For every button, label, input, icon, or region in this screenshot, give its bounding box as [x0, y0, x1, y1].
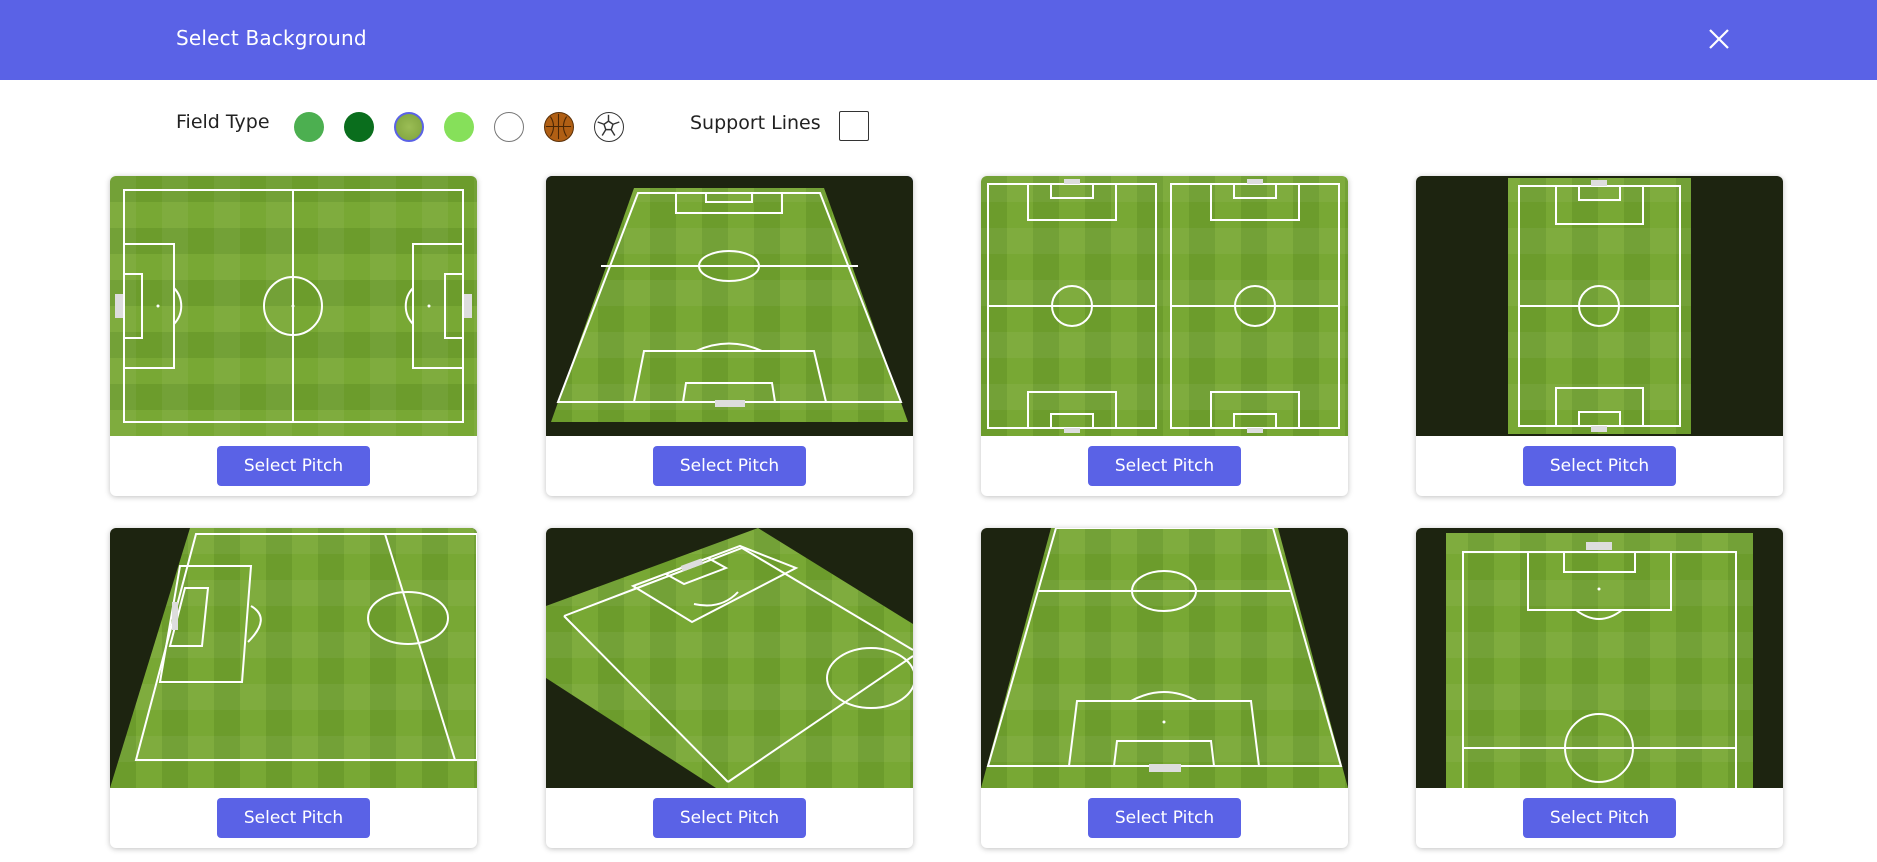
pitch-card: Select Pitch	[1416, 176, 1783, 496]
field-type-label: Field Type	[176, 111, 270, 133]
pitch-thumbnail-full-vertical[interactable]	[1416, 176, 1783, 436]
pitch-card: Select Pitch	[110, 176, 477, 496]
pitch-thumbnail-perspective-half-bottom[interactable]	[981, 528, 1348, 788]
pitch-thumbnail-two-vertical[interactable]	[981, 176, 1348, 436]
pitch-card: Select Pitch	[981, 176, 1348, 496]
modal-header: Select Background	[0, 0, 1877, 80]
soccer-ball-icon[interactable]	[594, 112, 624, 142]
modal-title: Select Background	[176, 26, 367, 50]
select-pitch-button[interactable]: Select Pitch	[1088, 446, 1241, 486]
pitch-card: Select Pitch	[546, 176, 913, 496]
field-type-grass-green[interactable]	[294, 112, 324, 142]
options-toolbar	[0, 80, 1877, 175]
field-type-white[interactable]	[494, 112, 524, 142]
pitch-thumbnail-half-vertical-top[interactable]	[1416, 528, 1783, 788]
select-pitch-button[interactable]: Select Pitch	[217, 446, 370, 486]
pitch-card: Select Pitch	[546, 528, 913, 848]
pitch-card: Select Pitch	[110, 528, 477, 848]
basketball-icon[interactable]	[544, 112, 574, 142]
pitch-thumbnail-full-horizontal[interactable]	[110, 176, 477, 436]
pitch-thumbnail-perspective-half-side[interactable]	[110, 528, 477, 788]
select-pitch-button[interactable]: Select Pitch	[653, 446, 806, 486]
pitch-card: Select Pitch	[981, 528, 1348, 848]
field-type-textured-grass[interactable]	[394, 112, 424, 142]
support-lines-label: Support Lines	[690, 112, 821, 134]
select-pitch-button[interactable]: Select Pitch	[217, 798, 370, 838]
select-pitch-button[interactable]: Select Pitch	[1523, 446, 1676, 486]
field-type-dark-green[interactable]	[344, 112, 374, 142]
select-pitch-button[interactable]: Select Pitch	[1523, 798, 1676, 838]
select-pitch-button[interactable]: Select Pitch	[653, 798, 806, 838]
pitch-thumbnail-perspective-diagonal[interactable]	[546, 528, 913, 788]
support-lines-checkbox[interactable]	[839, 111, 869, 141]
field-type-light-green[interactable]	[444, 112, 474, 142]
pitch-card: Select Pitch	[1416, 528, 1783, 848]
pitch-thumbnail-perspective-full[interactable]	[546, 176, 913, 436]
select-pitch-button[interactable]: Select Pitch	[1088, 798, 1241, 838]
close-icon[interactable]	[1704, 24, 1734, 54]
